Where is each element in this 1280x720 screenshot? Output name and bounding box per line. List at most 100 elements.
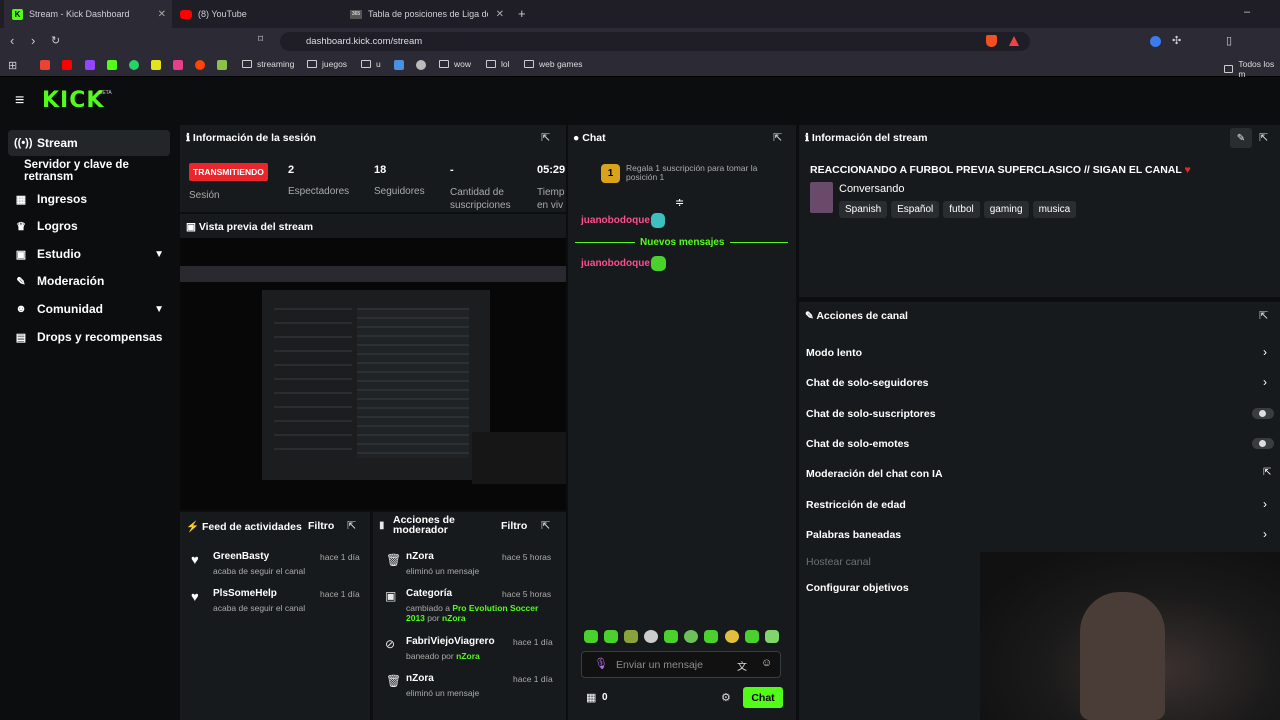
gift-rank-badge[interactable]: 1 xyxy=(601,164,620,183)
emote-icon[interactable] xyxy=(604,630,618,643)
mod-item-name[interactable]: FabriViejoViagrero xyxy=(406,636,495,647)
mod-item-name[interactable]: nZora xyxy=(406,673,434,684)
sidebar-item-moderacion[interactable]: ✎ Moderación xyxy=(8,268,170,294)
sidebar-item-estudio[interactable]: ▣ Estudio ▼ xyxy=(8,241,170,267)
sidebar-item-logros[interactable]: ♛ Logros xyxy=(8,213,170,239)
extension-icon[interactable] xyxy=(1150,36,1161,47)
edit-pencil-icon[interactable]: ✎ xyxy=(1230,128,1252,148)
mod-item-name[interactable]: nZora xyxy=(406,551,434,562)
bookmark-web-games[interactable]: web games xyxy=(524,59,582,69)
tab-kick-dashboard[interactable]: K Stream - Kick Dashboard ✕ xyxy=(4,0,172,28)
pinned-collapse-icon[interactable]: ≑ xyxy=(675,196,684,209)
apps-grid-icon[interactable]: ⊞ xyxy=(8,59,17,72)
chat-send-button[interactable]: Chat xyxy=(743,687,783,708)
feed-filter-button[interactable]: Filtro xyxy=(308,520,334,532)
emote-icon[interactable] xyxy=(684,630,698,643)
tag[interactable]: Spanish xyxy=(839,201,888,218)
bookmark-todos[interactable]: Todos los m xyxy=(1224,59,1280,79)
action-modo-lento[interactable]: Modo lento xyxy=(806,347,862,359)
feed-item-name[interactable]: GreenBasty xyxy=(213,551,269,562)
action-solo-suscriptores[interactable]: Chat de solo-suscriptores xyxy=(806,408,936,420)
close-icon[interactable]: ✕ xyxy=(496,9,504,20)
user-link[interactable]: nZora xyxy=(456,651,480,661)
kick-logo[interactable]: KICK xyxy=(42,88,104,113)
close-icon[interactable]: ✕ xyxy=(158,9,166,20)
rewards-icon[interactable] xyxy=(1009,36,1019,46)
action-restriccion-edad[interactable]: Restricción de edad xyxy=(806,499,906,511)
person-icon[interactable] xyxy=(217,60,227,70)
minimize-icon[interactable]: – xyxy=(1244,6,1250,18)
category-thumbnail[interactable] xyxy=(810,182,833,213)
category-name[interactable]: Conversando xyxy=(839,183,904,195)
sidebar-toggle-icon[interactable]: ▯ xyxy=(1226,34,1232,47)
expand-icon[interactable]: ⇱ xyxy=(541,131,550,144)
emote-icon[interactable] xyxy=(624,630,638,643)
brave-shield-icon[interactable] xyxy=(986,35,997,47)
tag[interactable]: Español xyxy=(891,201,940,218)
mod-item-name[interactable]: Categoría xyxy=(406,588,452,599)
chat-username[interactable]: juanobodoque: xyxy=(581,215,653,226)
whatsapp-icon[interactable] xyxy=(129,60,139,70)
bookmark-juegos[interactable]: juegos xyxy=(307,59,347,69)
address-bar[interactable]: dashboard.kick.com/stream xyxy=(280,32,1030,51)
reddit-icon[interactable] xyxy=(195,60,205,70)
gmail-icon[interactable] xyxy=(40,60,50,70)
p-icon[interactable] xyxy=(173,60,183,70)
expand-icon[interactable]: ⇱ xyxy=(1259,131,1268,144)
mic-icon[interactable]: 🎙 xyxy=(594,657,608,670)
bookmark-icon[interactable]: ⌑ xyxy=(258,34,263,45)
action-solo-emotes[interactable]: Chat de solo-emotes xyxy=(806,438,909,450)
chevron-right-icon[interactable]: › xyxy=(1263,375,1267,389)
reload-icon[interactable]: ↻ xyxy=(51,34,60,47)
kick-icon[interactable] xyxy=(107,60,117,70)
puzzle-icon[interactable]: ✣ xyxy=(1172,34,1181,47)
emote-icon[interactable] xyxy=(765,630,779,643)
bookmark-wow[interactable]: wow xyxy=(439,59,471,69)
twitch-icon[interactable] xyxy=(85,60,95,70)
forward-icon[interactable]: › xyxy=(31,33,35,48)
chevron-right-icon[interactable]: › xyxy=(1263,527,1267,541)
bookmark-lol[interactable]: lol xyxy=(486,59,510,69)
emote-icon[interactable] xyxy=(664,630,678,643)
gear-icon[interactable]: ⚙ xyxy=(721,691,731,704)
emote-icon[interactable] xyxy=(704,630,718,643)
bookmark-u[interactable]: u xyxy=(361,59,381,69)
preview-video[interactable] xyxy=(180,238,566,510)
translate-icon[interactable]: 文 xyxy=(737,658,747,673)
sidebar-item-ingresos[interactable]: ▦ Ingresos xyxy=(8,186,170,212)
gem-icon[interactable] xyxy=(394,60,404,70)
expand-icon[interactable]: ⇱ xyxy=(347,519,356,532)
gift-promo-text[interactable]: Regala 1 suscripción para tomar la posic… xyxy=(626,164,776,182)
youtube-icon[interactable] xyxy=(62,60,72,70)
emote-icon[interactable] xyxy=(725,630,739,643)
external-link-icon[interactable]: ⇱ xyxy=(1263,467,1271,478)
emoji-icon[interactable]: ☺ xyxy=(761,657,772,669)
back-icon[interactable]: ‹ xyxy=(10,33,14,48)
chevron-right-icon[interactable]: › xyxy=(1263,345,1267,359)
zeta-icon[interactable] xyxy=(151,60,161,70)
bookmark-streaming[interactable]: streaming xyxy=(242,59,294,69)
new-tab-icon[interactable]: + xyxy=(518,6,526,21)
mod-filter-button[interactable]: Filtro xyxy=(501,520,527,532)
expand-icon[interactable]: ⇱ xyxy=(1259,309,1268,322)
subs-only-toggle[interactable] xyxy=(1252,408,1274,419)
action-configurar-objetivos[interactable]: Configurar objetivos xyxy=(806,582,909,594)
action-solo-seguidores[interactable]: Chat de solo-seguidores xyxy=(806,377,929,389)
tag[interactable]: futbol xyxy=(943,201,980,218)
menu-icon[interactable]: ≡ xyxy=(15,92,24,110)
chat-input[interactable]: 🎙 Enviar un mensaje 文 ☺ xyxy=(581,651,781,678)
chevron-right-icon[interactable]: › xyxy=(1263,497,1267,511)
user-link[interactable]: nZora xyxy=(442,613,466,623)
emotes-only-toggle[interactable] xyxy=(1252,438,1274,449)
action-palabras-baneadas[interactable]: Palabras baneadas xyxy=(806,529,901,541)
sidebar-item-drops[interactable]: ▤ Drops y recompensas xyxy=(8,324,170,350)
emote-icon[interactable] xyxy=(584,630,598,643)
store-icon[interactable]: ▦ xyxy=(586,691,596,704)
sidebar-item-servidor[interactable]: Servidor y clave de retransm xyxy=(18,158,178,184)
expand-icon[interactable]: ⇱ xyxy=(773,131,782,144)
tab-tabla-posiciones[interactable]: 365 Tabla de posiciones de Liga de P ✕ xyxy=(342,0,510,28)
sidebar-item-stream[interactable]: ((•)) Stream xyxy=(8,130,170,156)
openai-icon[interactable] xyxy=(416,60,426,70)
emote-icon[interactable] xyxy=(644,630,658,643)
emote-icon[interactable] xyxy=(745,630,759,643)
